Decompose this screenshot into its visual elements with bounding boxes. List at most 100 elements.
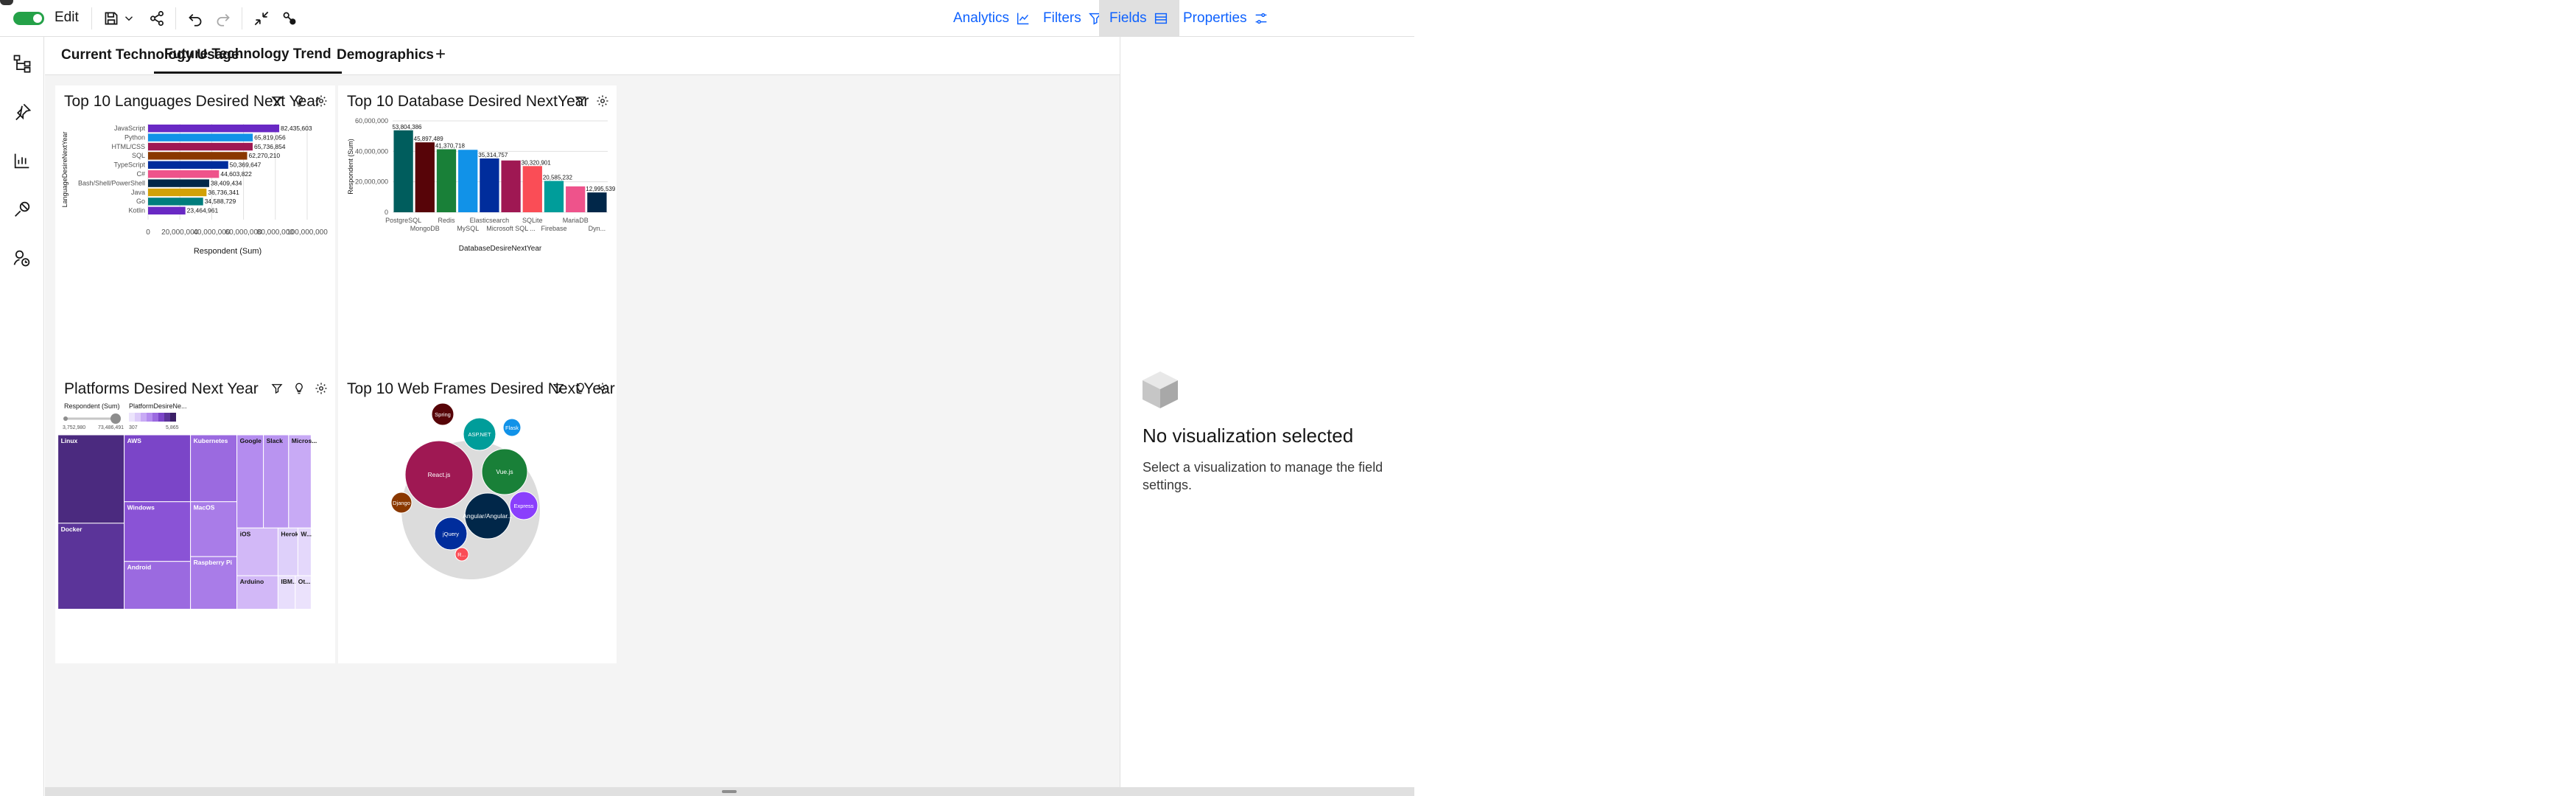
x-tick-label: 0 <box>146 228 150 237</box>
size-legend-min: 3,752,980 <box>63 425 85 430</box>
settings-icon[interactable] <box>596 94 609 108</box>
treemap-tile <box>124 434 192 503</box>
category-label: Dyn... <box>589 225 606 232</box>
settings-icon[interactable] <box>315 382 328 395</box>
tile-label: Arduino <box>240 578 264 585</box>
panel-pull-tab[interactable] <box>0 0 13 5</box>
tile-label: AWS <box>127 437 142 444</box>
insight-bulb-icon[interactable] <box>292 382 306 395</box>
webframes-widget-card[interactable]: Top 10 Web Frames Desired Next Year Reac… <box>338 373 617 663</box>
category-label: HTML/CSS <box>111 143 145 150</box>
tab-demographics[interactable]: Demographics <box>337 37 434 74</box>
fields-button[interactable]: Fields <box>1099 0 1179 37</box>
data-label: 65,736,854 <box>254 143 286 150</box>
edit-mode-label: Edit <box>55 10 79 25</box>
category-label: Kotlin <box>128 207 145 214</box>
edit-mode-toggle[interactable] <box>13 12 44 25</box>
properties-panel: No visualization selected Select a visua… <box>1120 37 1414 787</box>
toolbar-divider <box>91 7 92 29</box>
empty-box-icon <box>1138 367 1182 411</box>
bar <box>436 149 457 212</box>
empty-state-title: No visualization selected <box>1143 425 1354 447</box>
insight-bulb-icon[interactable] <box>574 382 587 395</box>
webframes-bubble-chart[interactable]: React.js Vue.js Angular/Angular... ASP.NET j… <box>338 399 617 663</box>
widgets-icon[interactable] <box>12 199 32 220</box>
toggle-knob <box>33 14 42 23</box>
redo-icon[interactable] <box>214 9 233 28</box>
data-label: 45,897,489 <box>414 136 444 142</box>
bar <box>458 150 478 212</box>
settings-icon[interactable] <box>596 382 609 395</box>
undo-icon[interactable] <box>186 9 205 28</box>
bubble-label: ASP.NET <box>468 431 491 438</box>
tile-label: Ot... <box>298 578 311 585</box>
data-tree-icon[interactable] <box>12 53 32 74</box>
bar <box>393 130 413 212</box>
data-label: 35,314,757 <box>478 152 508 158</box>
visualizations-icon[interactable] <box>12 150 32 171</box>
data-label: 82,435,603 <box>281 125 312 132</box>
insight-bulb-icon[interactable] <box>292 94 306 108</box>
category-label: Java <box>131 189 145 196</box>
data-label: 38,409,434 <box>211 179 242 186</box>
bubble-label: Django <box>393 500 410 506</box>
share-icon[interactable] <box>147 9 166 28</box>
bar <box>148 125 280 133</box>
filter-icon[interactable] <box>270 382 284 395</box>
top-toolbar: Edit Analytics Filters Fields Properties <box>0 0 1414 37</box>
category-label: C# <box>136 170 145 178</box>
data-label: 36,736,341 <box>208 189 239 196</box>
filter-icon[interactable] <box>552 382 565 395</box>
left-rail <box>0 37 44 796</box>
tile-label: MacOS <box>194 504 215 512</box>
bubble-label: jQuery <box>442 531 459 537</box>
bar <box>148 206 186 214</box>
relationship-icon[interactable] <box>280 9 299 28</box>
color-legend-max: 5,865 <box>166 425 179 430</box>
resize-handle[interactable] <box>722 790 737 793</box>
settings-icon[interactable] <box>315 94 328 108</box>
category-label: Elasticsearch <box>470 217 510 224</box>
tile-label: Raspberry Pi <box>194 559 232 566</box>
bar <box>544 181 564 212</box>
analytics-button[interactable]: Analytics <box>943 0 1042 37</box>
tab-bar: Current Technology Usage Future Technolo… <box>45 37 1120 75</box>
platforms-widget-card[interactable]: Platforms Desired Next Year Respondent (… <box>55 373 335 663</box>
bar <box>148 188 207 197</box>
category-label: Bash/Shell/PowerShell <box>78 179 145 186</box>
platforms-chart-title: Platforms Desired Next Year <box>64 380 259 397</box>
properties-button[interactable]: Properties <box>1173 0 1280 37</box>
empty-state-description: Select a visualization to manage the fie… <box>1143 460 1383 492</box>
fields-icon <box>1154 13 1167 24</box>
save-icon[interactable] <box>102 9 121 28</box>
color-legend-swatch <box>135 413 141 422</box>
databases-chart-title: Top 10 Database Desired NextYear <box>347 93 589 110</box>
bar <box>480 158 499 212</box>
databases-bar-chart[interactable]: 0 20,000,000 40,000,000 60,000,000 53,804,38… <box>338 112 617 376</box>
y-tick-label: 60,000,000 <box>355 117 388 125</box>
filter-icon[interactable] <box>270 94 284 108</box>
properties-label: Properties <box>1183 10 1247 26</box>
assistant-icon[interactable] <box>12 248 32 268</box>
widget-toolbar <box>270 94 328 108</box>
collapse-icon[interactable] <box>252 9 271 28</box>
category-label: Python <box>124 133 145 141</box>
data-label: 53,804,386 <box>392 124 422 130</box>
platforms-treemap[interactable]: Respondent (Sum) 3,752,980 73,486,491 Platf… <box>55 399 335 663</box>
save-menu-chevron-icon[interactable] <box>122 9 136 28</box>
category-label: Firebase <box>541 225 566 232</box>
add-tab-button[interactable]: + <box>435 44 446 65</box>
category-label: MongoDB <box>410 225 440 232</box>
tile-label: Micros... <box>292 437 317 444</box>
color-legend-swatch <box>170 413 176 422</box>
filter-icon[interactable] <box>574 94 587 108</box>
tab-future-technology-trend[interactable]: Future Technology Trend <box>154 37 342 74</box>
databases-widget[interactable]: Top 10 Database Desired NextYear 0 20,000… <box>338 85 617 376</box>
tile-label: Slack <box>267 437 283 444</box>
bar <box>566 186 586 212</box>
properties-icon <box>1255 13 1266 24</box>
pin-icon[interactable] <box>12 102 32 122</box>
data-label: 23,464,961 <box>187 207 219 214</box>
category-label: SQLite <box>522 217 543 224</box>
y-axis-label: Respondent (Sum) <box>347 139 354 195</box>
